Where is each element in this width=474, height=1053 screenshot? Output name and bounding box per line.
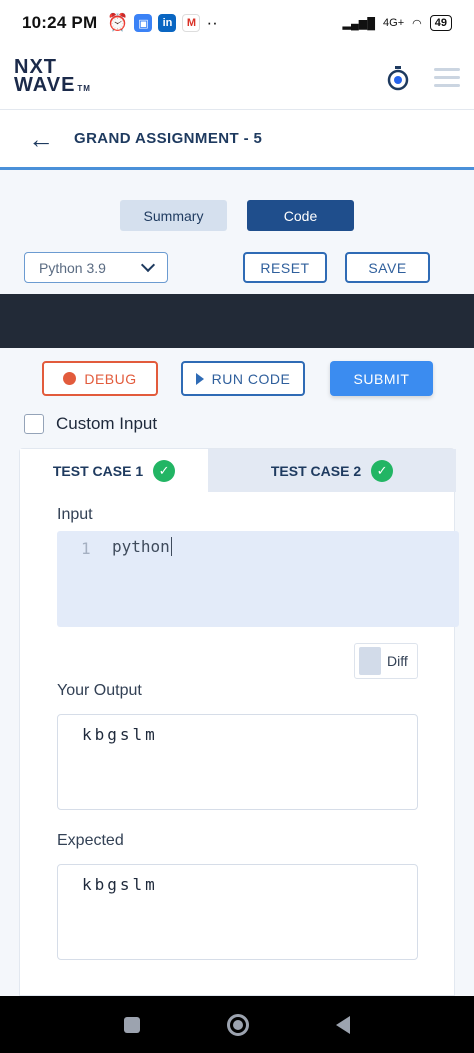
code-toggle[interactable]: Code — [247, 200, 354, 231]
custom-input-label: Custom Input — [56, 414, 158, 433]
line-number: 1 — [81, 539, 91, 558]
diff-switch[interactable] — [359, 647, 381, 675]
check-circle-icon: ✓ — [153, 459, 176, 482]
expected-label: Expected — [57, 832, 124, 849]
back-icon[interactable] — [336, 1015, 351, 1034]
expected-box: kbgslm — [57, 864, 418, 960]
check-circle-icon: ✓ — [371, 459, 394, 482]
back-arrow-icon[interactable]: ← — [28, 126, 54, 152]
debug-label: DEBUG — [84, 370, 137, 387]
code-editor[interactable] — [0, 294, 474, 348]
wifi-icon: ◠ — [412, 17, 422, 30]
system-nav-bar — [0, 996, 474, 1053]
test-input-field[interactable]: 1 python — [57, 531, 459, 627]
play-icon — [195, 372, 204, 385]
language-select[interactable]: Python 3.9 — [24, 252, 168, 283]
app-header: NXT WAVE TM — [0, 46, 474, 110]
signal-icon: ▂▄▆█ — [342, 17, 376, 30]
custom-input-toggle[interactable]: Custom Input — [24, 414, 157, 434]
tab-label: TEST CASE 2 — [270, 462, 362, 479]
linkedin-icon: in — [158, 14, 177, 32]
custom-input-checkbox[interactable] — [24, 414, 44, 434]
alarm-icon: ⏰ — [107, 13, 129, 32]
hamburger-menu-icon[interactable] — [434, 68, 460, 87]
assignment-titlebar: ← GRAND ASSIGNMENT - 5 — [0, 110, 474, 170]
battery-icon: 49 — [429, 15, 452, 31]
debug-button[interactable]: DEBUG — [42, 361, 158, 396]
tab-test-case-2[interactable]: TEST CASE 2 ✓ — [208, 449, 456, 492]
output-box: kbgslm — [57, 714, 418, 810]
gmail-icon: M — [182, 14, 201, 32]
home-icon[interactable] — [226, 1013, 249, 1036]
diff-toggle[interactable]: Diff — [354, 643, 418, 679]
save-button[interactable]: SAVE — [345, 252, 430, 283]
reset-button[interactable]: RESET — [243, 252, 327, 283]
output-text: kbgslm — [82, 725, 158, 744]
run-code-label: RUN CODE — [211, 370, 291, 387]
status-right: ▂▄▆█ 4G+ ◠ 49 — [343, 15, 452, 31]
run-code-button[interactable]: RUN CODE — [181, 361, 305, 396]
page-title: GRAND ASSIGNMENT - 5 — [74, 130, 263, 147]
summary-toggle[interactable]: Summary — [120, 200, 227, 231]
network-label: 4G+ — [383, 17, 405, 29]
expected-text: kbgslm — [82, 875, 158, 894]
bug-icon — [63, 372, 77, 385]
chevron-down-icon — [140, 257, 156, 273]
output-label: Your Output — [57, 682, 142, 699]
message-icon: ▣ — [134, 14, 153, 32]
input-text: python — [112, 537, 172, 556]
tab-test-case-1[interactable]: TEST CASE 1 ✓ — [20, 449, 208, 492]
tab-label: TEST CASE 1 — [52, 462, 144, 479]
recent-apps-icon[interactable] — [123, 1016, 140, 1033]
input-label: Input — [57, 506, 93, 523]
status-time: 10:24 PM — [22, 13, 98, 32]
more-icon: ·· — [206, 13, 218, 32]
notification-icons: ⏰ ▣ in M ·· — [107, 13, 218, 33]
diff-label: Diff — [387, 653, 408, 669]
logo-line2: WAVE TM — [14, 73, 91, 96]
language-value: Python 3.9 — [39, 259, 106, 276]
stopwatch-icon[interactable] — [386, 65, 410, 91]
submit-button[interactable]: SUBMIT — [330, 361, 433, 396]
status-bar: 10:24 PM ⏰ ▣ in M ·· ▂▄▆█ 4G+ ◠ 49 — [0, 0, 474, 46]
header-actions — [386, 65, 460, 91]
nxtwave-logo[interactable]: NXT WAVE TM — [14, 57, 91, 98]
